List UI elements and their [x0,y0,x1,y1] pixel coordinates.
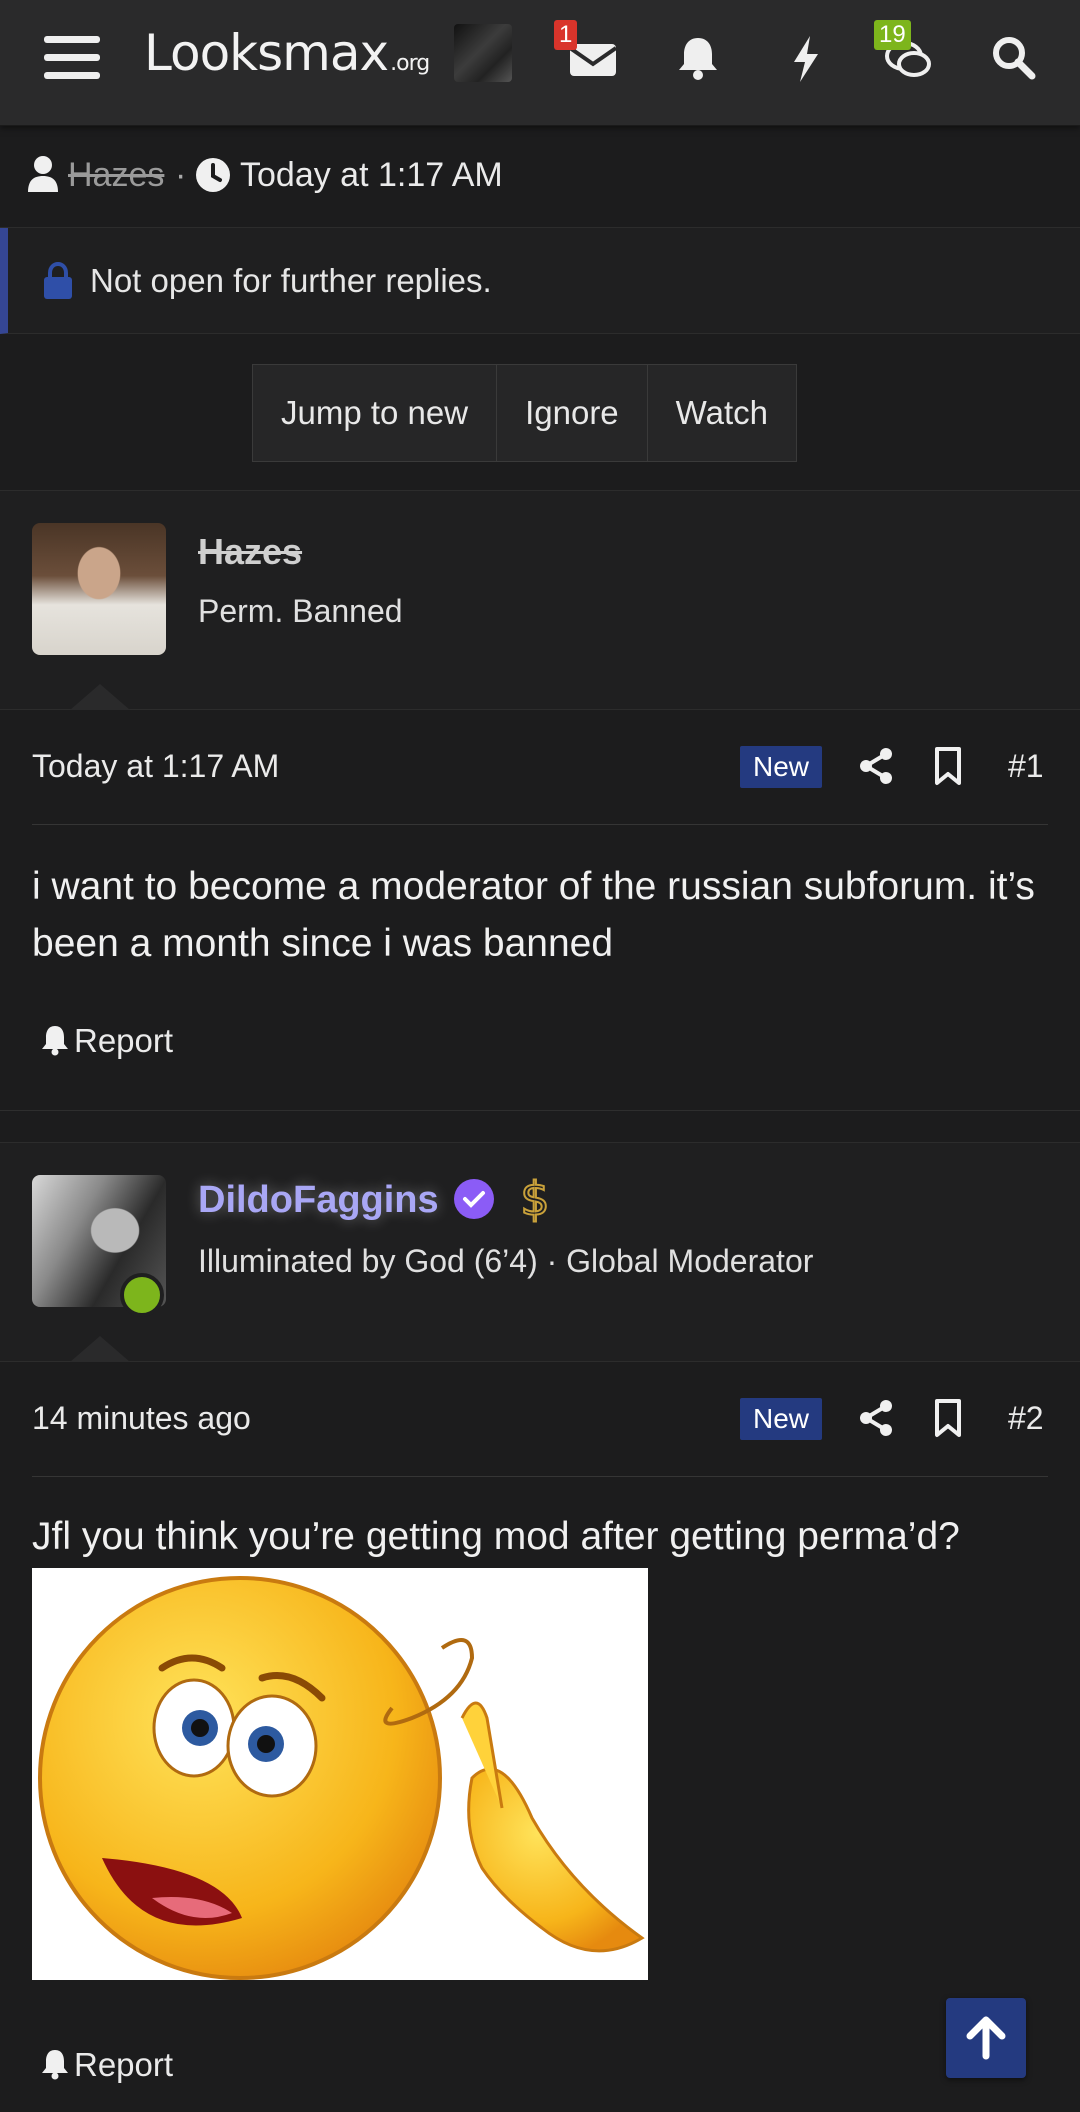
user-avatar[interactable] [454,24,512,82]
thread-author[interactable]: Hazes [68,156,164,195]
post-body: i want to become a moderator of the russ… [32,865,1035,965]
inbox-badge: 1 [554,20,578,50]
top-navigation-bar: Looksmax.org 1 19 [0,0,1080,126]
thinking-emoji-image[interactable] [32,1568,648,1980]
verified-icon [454,1179,494,1219]
locked-notice-text: Not open for further replies. [90,262,492,299]
post-separator [0,1110,1080,1111]
svg-text:$: $ [520,1173,549,1225]
online-indicator [120,1273,164,1317]
new-badge: New [740,1398,822,1440]
lock-icon [44,262,72,299]
user-block-arrow [70,684,130,710]
post-number[interactable]: #2 [1008,1400,1044,1437]
username[interactable]: Hazes [198,531,302,573]
thread-meta: Hazes · Today at 1:17 AM [0,126,1080,228]
bell-icon [42,1026,68,1056]
user-icon [28,156,58,192]
clock-icon [196,158,230,192]
bell-icon[interactable] [668,28,728,88]
post-number[interactable]: #1 [1008,748,1044,785]
user-block-arrow [70,1336,130,1362]
ignore-button[interactable]: Ignore [497,365,648,461]
report-label: Report [74,1022,174,1059]
logo-suffix: .org [390,51,430,76]
dollar-icon: $ [519,1173,550,1225]
user-avatar-hazes[interactable] [32,523,166,655]
report-link[interactable]: Report [40,1022,173,1060]
bolt-icon[interactable] [776,28,836,88]
post-2-user-block: DildoFaggins $ Illuminated by God (6’4) … [0,1142,1080,1362]
bookmark-icon[interactable] [932,1398,964,1438]
meta-separator: · [175,156,187,194]
site-logo[interactable]: Looksmax.org [144,24,430,82]
username[interactable]: DildoFaggins [198,1179,439,1222]
thread-time[interactable]: Today at 1:17 AM [240,156,503,195]
share-icon[interactable] [856,1398,896,1438]
post-1-user-block: Hazes Perm. Banned [0,490,1080,710]
divider [32,1476,1048,1477]
user-title: Illuminated by God (6’4) · Global Modera… [198,1243,814,1279]
post-body: Jfl you think you’re getting mod after g… [32,1515,960,1558]
report-label: Report [74,2046,174,2083]
search-icon[interactable] [984,28,1044,88]
logo-text: Looksmax [144,24,389,82]
watch-button[interactable]: Watch [648,365,796,461]
bell-icon [42,2050,68,2080]
chat-badge: 19 [874,20,911,50]
post-time[interactable]: 14 minutes ago [32,1400,251,1437]
user-title: Perm. Banned [198,593,403,629]
report-link[interactable]: Report [40,2046,173,2084]
scroll-to-top-button[interactable] [946,1998,1026,2078]
locked-notice: Not open for further replies. [0,228,1080,334]
post-time[interactable]: Today at 1:17 AM [32,748,279,785]
thread-actions: Jump to new Ignore Watch [252,364,797,462]
bookmark-icon[interactable] [932,746,964,786]
menu-icon[interactable] [44,36,100,80]
divider [32,824,1048,825]
share-icon[interactable] [856,746,896,786]
arrow-up-icon [966,2016,1006,2060]
new-badge: New [740,746,822,788]
jump-to-new-button[interactable]: Jump to new [253,365,498,461]
